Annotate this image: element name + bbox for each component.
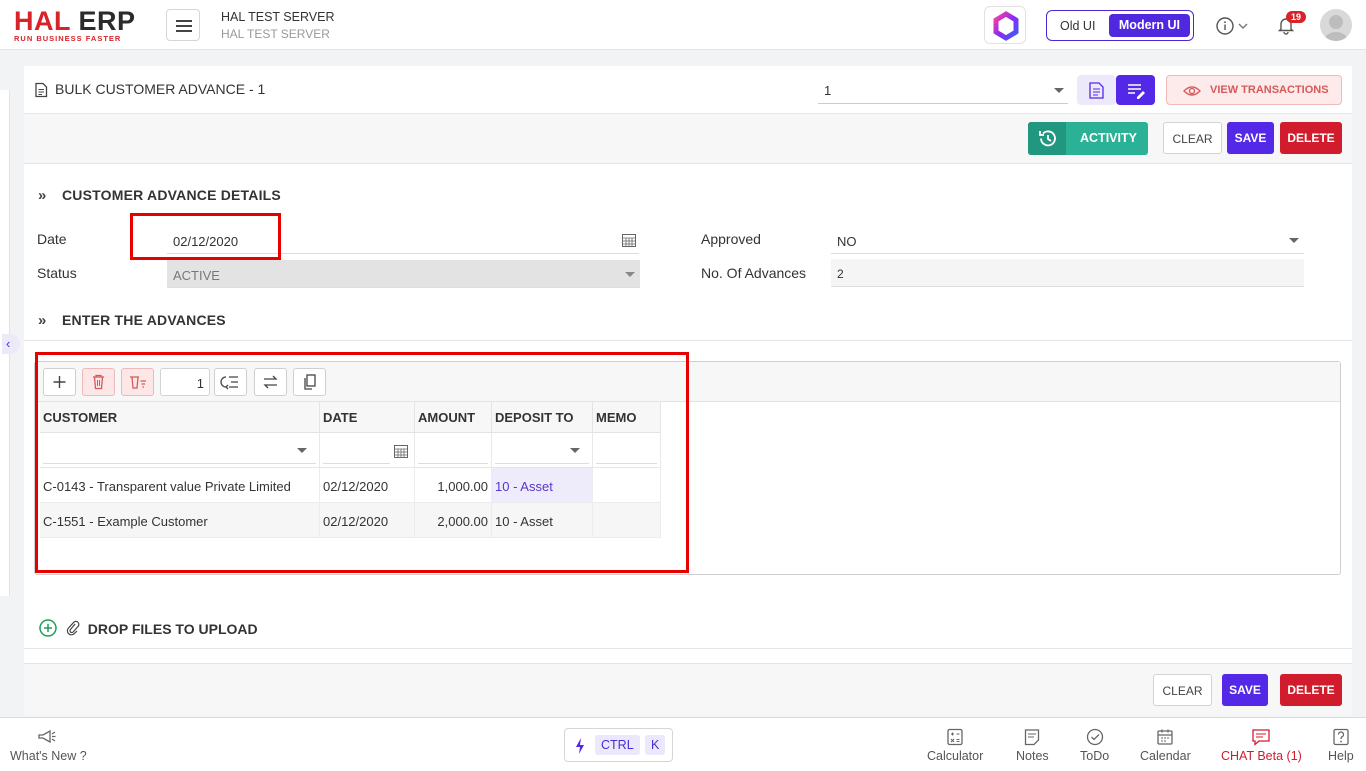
todo-button[interactable]: ToDo [1080,728,1109,763]
info-menu[interactable] [1215,16,1251,39]
chat-label: CHAT Beta (1) [1221,749,1302,763]
no-of-advances-value: 2 [837,267,844,281]
help-button[interactable]: Help [1328,728,1354,763]
page-title: BULK CUSTOMER ADVANCE - 1 [55,81,266,97]
lightning-icon [576,738,584,754]
double-chevron-right-icon: » [38,312,47,329]
view-transactions-label: VIEW TRANSACTIONS [1210,84,1329,96]
hamburger-icon [176,20,192,22]
user-avatar-icon [1323,15,1349,41]
save-button-bottom[interactable]: SAVE [1222,674,1268,706]
user-avatar[interactable] [1320,9,1352,41]
notes-label: Notes [1016,749,1049,763]
calendar-icon [1157,729,1174,745]
record-select-value: 1 [824,83,832,98]
customer-advance-details-title: CUSTOMER ADVANCE DETAILS [62,187,281,203]
notes-icon [1025,729,1040,746]
date-label: Date [37,231,67,247]
action-toolbar: ACTIVITY CLEAR SAVE DELETE [24,114,1352,164]
chevron-left-icon: ‹ [6,336,11,351]
save-button[interactable]: SAVE [1227,122,1274,154]
status-value: ACTIVE [173,268,220,283]
approved-label: Approved [701,231,761,247]
logo-tagline: RUN BUSINESS FASTER [14,34,122,43]
main-card: BULK CUSTOMER ADVANCE - 1 1 VIEW TRANSAC… [24,66,1352,716]
app-logo-icon [993,11,1019,41]
server-info: HAL TEST SERVER HAL TEST SERVER [221,10,334,41]
chevron-down-icon [625,272,635,277]
chevron-down-icon [1289,238,1299,243]
approved-value: NO [837,234,857,249]
view-transactions-button[interactable]: VIEW TRANSACTIONS [1166,75,1342,105]
drop-files-zone[interactable]: DROP FILES TO UPLOAD [38,618,258,638]
old-ui-option[interactable]: Old UI [1060,19,1095,33]
no-of-advances-field: 2 [831,259,1304,287]
calendar-icon[interactable] [622,233,636,247]
page-title-row: BULK CUSTOMER ADVANCE - 1 1 VIEW TRANSAC… [24,66,1352,114]
calculator-label: Calculator [927,749,984,763]
calendar-label: Calendar [1140,749,1191,763]
notification-count-badge: 19 [1286,11,1307,23]
calendar-button[interactable]: Calendar [1140,728,1191,763]
no-of-advances-label: No. Of Advances [701,265,807,281]
megaphone-icon [38,729,56,744]
ctrl-key: CTRL [595,735,640,755]
top-bar: HAL ERP RUN BUSINESS FASTER HAL TEST SER… [0,0,1366,50]
enter-advances-title: ENTER THE ADVANCES [62,312,226,328]
modern-ui-option[interactable]: Modern UI [1108,14,1190,37]
clear-button-bottom[interactable]: CLEAR [1153,674,1212,706]
help-icon [1333,728,1349,746]
todo-label: ToDo [1080,749,1110,763]
server-name: HAL TEST SERVER [221,10,335,24]
calculator-button[interactable]: Calculator [927,728,983,763]
form-view-button[interactable] [1077,75,1116,105]
hal-erp-logo[interactable]: HAL ERP RUN BUSINESS FASTER [14,7,136,43]
approved-select[interactable]: NO [831,226,1304,254]
edit-list-icon [1128,84,1145,99]
ui-mode-toggle[interactable]: Old UI Modern UI [1046,10,1194,41]
document-icon [33,82,49,101]
history-icon [1039,130,1056,147]
drop-files-label: DROP FILES TO UPLOAD [87,621,258,637]
edit-view-button[interactable] [1116,75,1155,105]
logo-erp: ERP [70,6,136,36]
delete-button-bottom[interactable]: DELETE [1280,674,1342,706]
delete-button[interactable]: DELETE [1280,122,1342,154]
date-highlight-box [130,213,281,260]
chat-button[interactable]: CHAT Beta (1) [1221,728,1302,763]
activity-label: ACTIVITY [1080,131,1137,145]
enter-advances-header[interactable]: » ENTER THE ADVANCES [38,312,226,329]
calculator-icon [947,728,963,746]
sidebar-expand-toggle[interactable]: ‹ [2,334,20,354]
chat-icon [1252,729,1271,746]
whats-new-label: What's New ? [10,749,87,763]
double-chevron-right-icon: » [38,187,47,204]
activity-button[interactable]: ACTIVITY [1028,122,1148,155]
help-label: Help [1328,749,1354,763]
logo-hal: HAL [14,6,71,36]
notes-button[interactable]: Notes [1016,728,1049,763]
k-key: K [645,735,666,755]
app-launcher-button[interactable] [984,6,1026,44]
whats-new-button[interactable]: What's New ? [10,728,87,763]
status-select[interactable]: ACTIVE [167,260,640,288]
status-label: Status [37,265,77,281]
server-subtitle: HAL TEST SERVER [221,27,330,41]
eye-icon [1183,86,1201,96]
hamburger-menu-button[interactable] [166,9,200,41]
clear-button[interactable]: CLEAR [1163,122,1222,154]
form-doc-icon [1089,82,1104,99]
grid-highlight-box [35,352,689,573]
command-palette-shortcut[interactable]: CTRL K [564,728,673,762]
footer-bar: What's New ? CTRL K Calculator Notes ToD… [0,717,1366,771]
paperclip-icon [66,620,80,636]
add-circle-icon[interactable] [38,618,58,638]
customer-advance-details-header[interactable]: » CUSTOMER ADVANCE DETAILS [38,187,281,204]
record-select[interactable]: 1 [818,76,1068,104]
bottom-action-bar: CLEAR SAVE DELETE [24,663,1352,716]
chevron-down-icon [1054,88,1064,93]
info-icon [1216,17,1248,35]
todo-check-icon [1086,728,1103,746]
